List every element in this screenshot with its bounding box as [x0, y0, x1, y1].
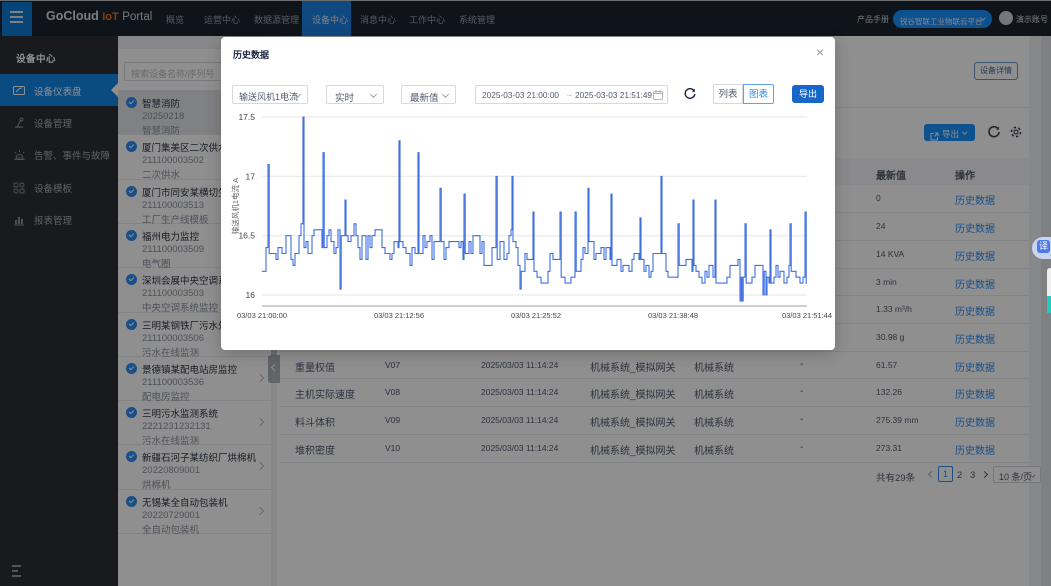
svg-text:17.5: 17.5	[238, 112, 255, 122]
svg-text:03/03 21:00:00: 03/03 21:00:00	[237, 311, 287, 320]
svg-text:03/03 21:25:52: 03/03 21:25:52	[511, 311, 561, 320]
svg-text:输送风机1电流 A: 输送风机1电流 A	[230, 178, 240, 234]
svg-text:16.5: 16.5	[238, 231, 255, 241]
svg-text:03/03 21:38:48: 03/03 21:38:48	[648, 311, 698, 320]
svg-text:17: 17	[246, 171, 256, 181]
svg-text:16: 16	[246, 290, 256, 300]
svg-text:03/03 21:12:56: 03/03 21:12:56	[374, 311, 424, 320]
svg-text:03/03 21:51:44: 03/03 21:51:44	[782, 311, 832, 320]
